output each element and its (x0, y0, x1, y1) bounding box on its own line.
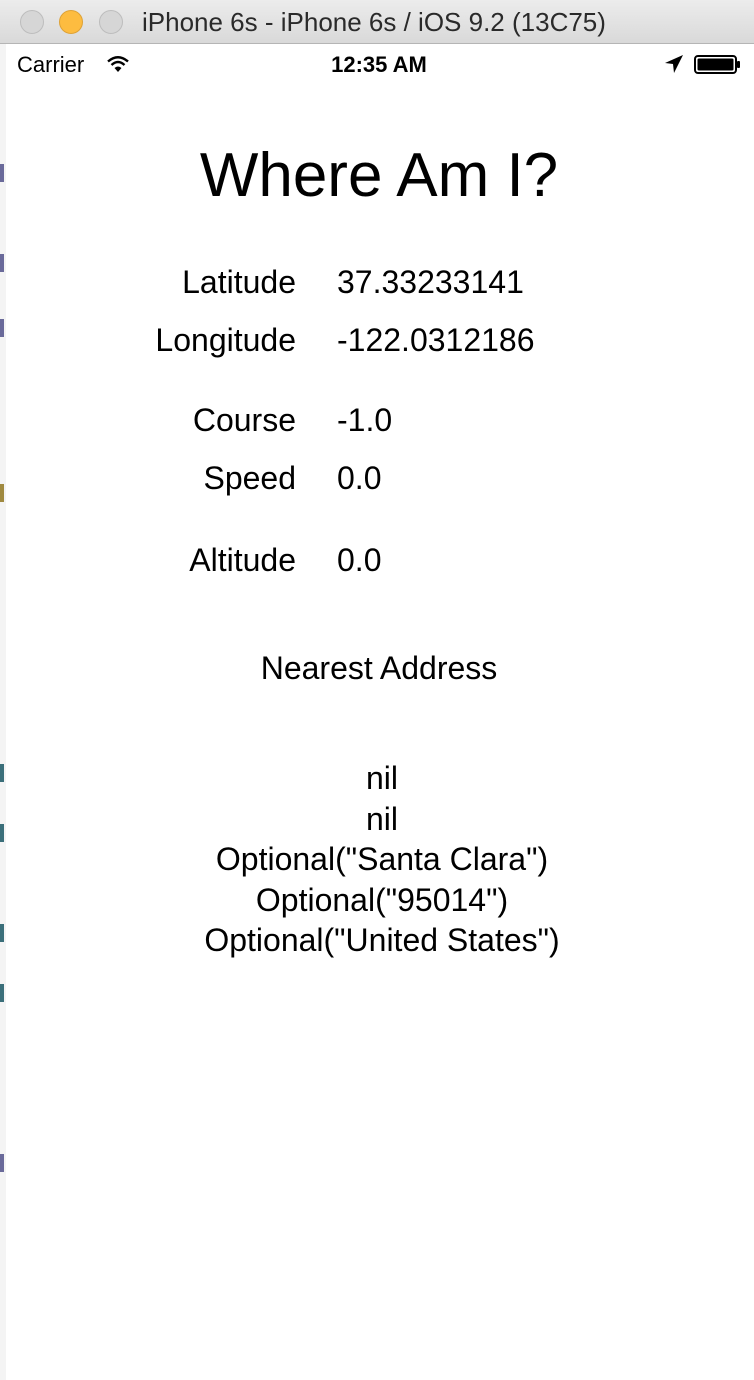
page-title: Where Am I? (199, 141, 559, 210)
speed-value: 0.0 (337, 460, 382, 496)
address-line-postal-code: Optional("95014") (255, 881, 509, 918)
window-minimize-button[interactable] (59, 10, 83, 34)
longitude-value: -122.0312186 (337, 322, 535, 358)
latitude-value: 37.33233141 (337, 264, 524, 300)
simulator-window-titlebar: iPhone 6s - iPhone 6s / iOS 9.2 (13C75) (0, 0, 754, 44)
altitude-value: 0.0 (337, 542, 382, 578)
window-title: iPhone 6s - iPhone 6s / iOS 9.2 (13C75) (142, 7, 606, 37)
address-block: nil nil Optional("Santa Clara") Optional… (6, 758, 754, 961)
window-zoom-button[interactable] (99, 10, 123, 34)
longitude-label: Longitude (155, 322, 296, 358)
location-arrow-icon (665, 55, 683, 73)
device-screen: Carrier 12:35 AM Where Am I? Latitude 37… (6, 44, 752, 1378)
address-line-thoroughfare: nil (365, 800, 398, 837)
address-line-subthoroughfare: nil (365, 760, 398, 796)
course-value: -1.0 (337, 402, 393, 438)
window-close-button[interactable] (20, 10, 44, 34)
nearest-address-heading: Nearest Address (260, 650, 498, 686)
altitude-label: Altitude (189, 542, 296, 578)
address-line-country: Optional("United States") (204, 922, 560, 958)
status-clock: 12:35 AM (331, 52, 427, 77)
battery-icon (694, 55, 740, 74)
status-bar: Carrier 12:35 AM (6, 44, 752, 84)
address-line-locality: Optional("Santa Clara") (215, 841, 549, 877)
speed-label: Speed (203, 460, 296, 496)
latitude-label: Latitude (182, 264, 296, 300)
course-label: Course (192, 402, 296, 438)
